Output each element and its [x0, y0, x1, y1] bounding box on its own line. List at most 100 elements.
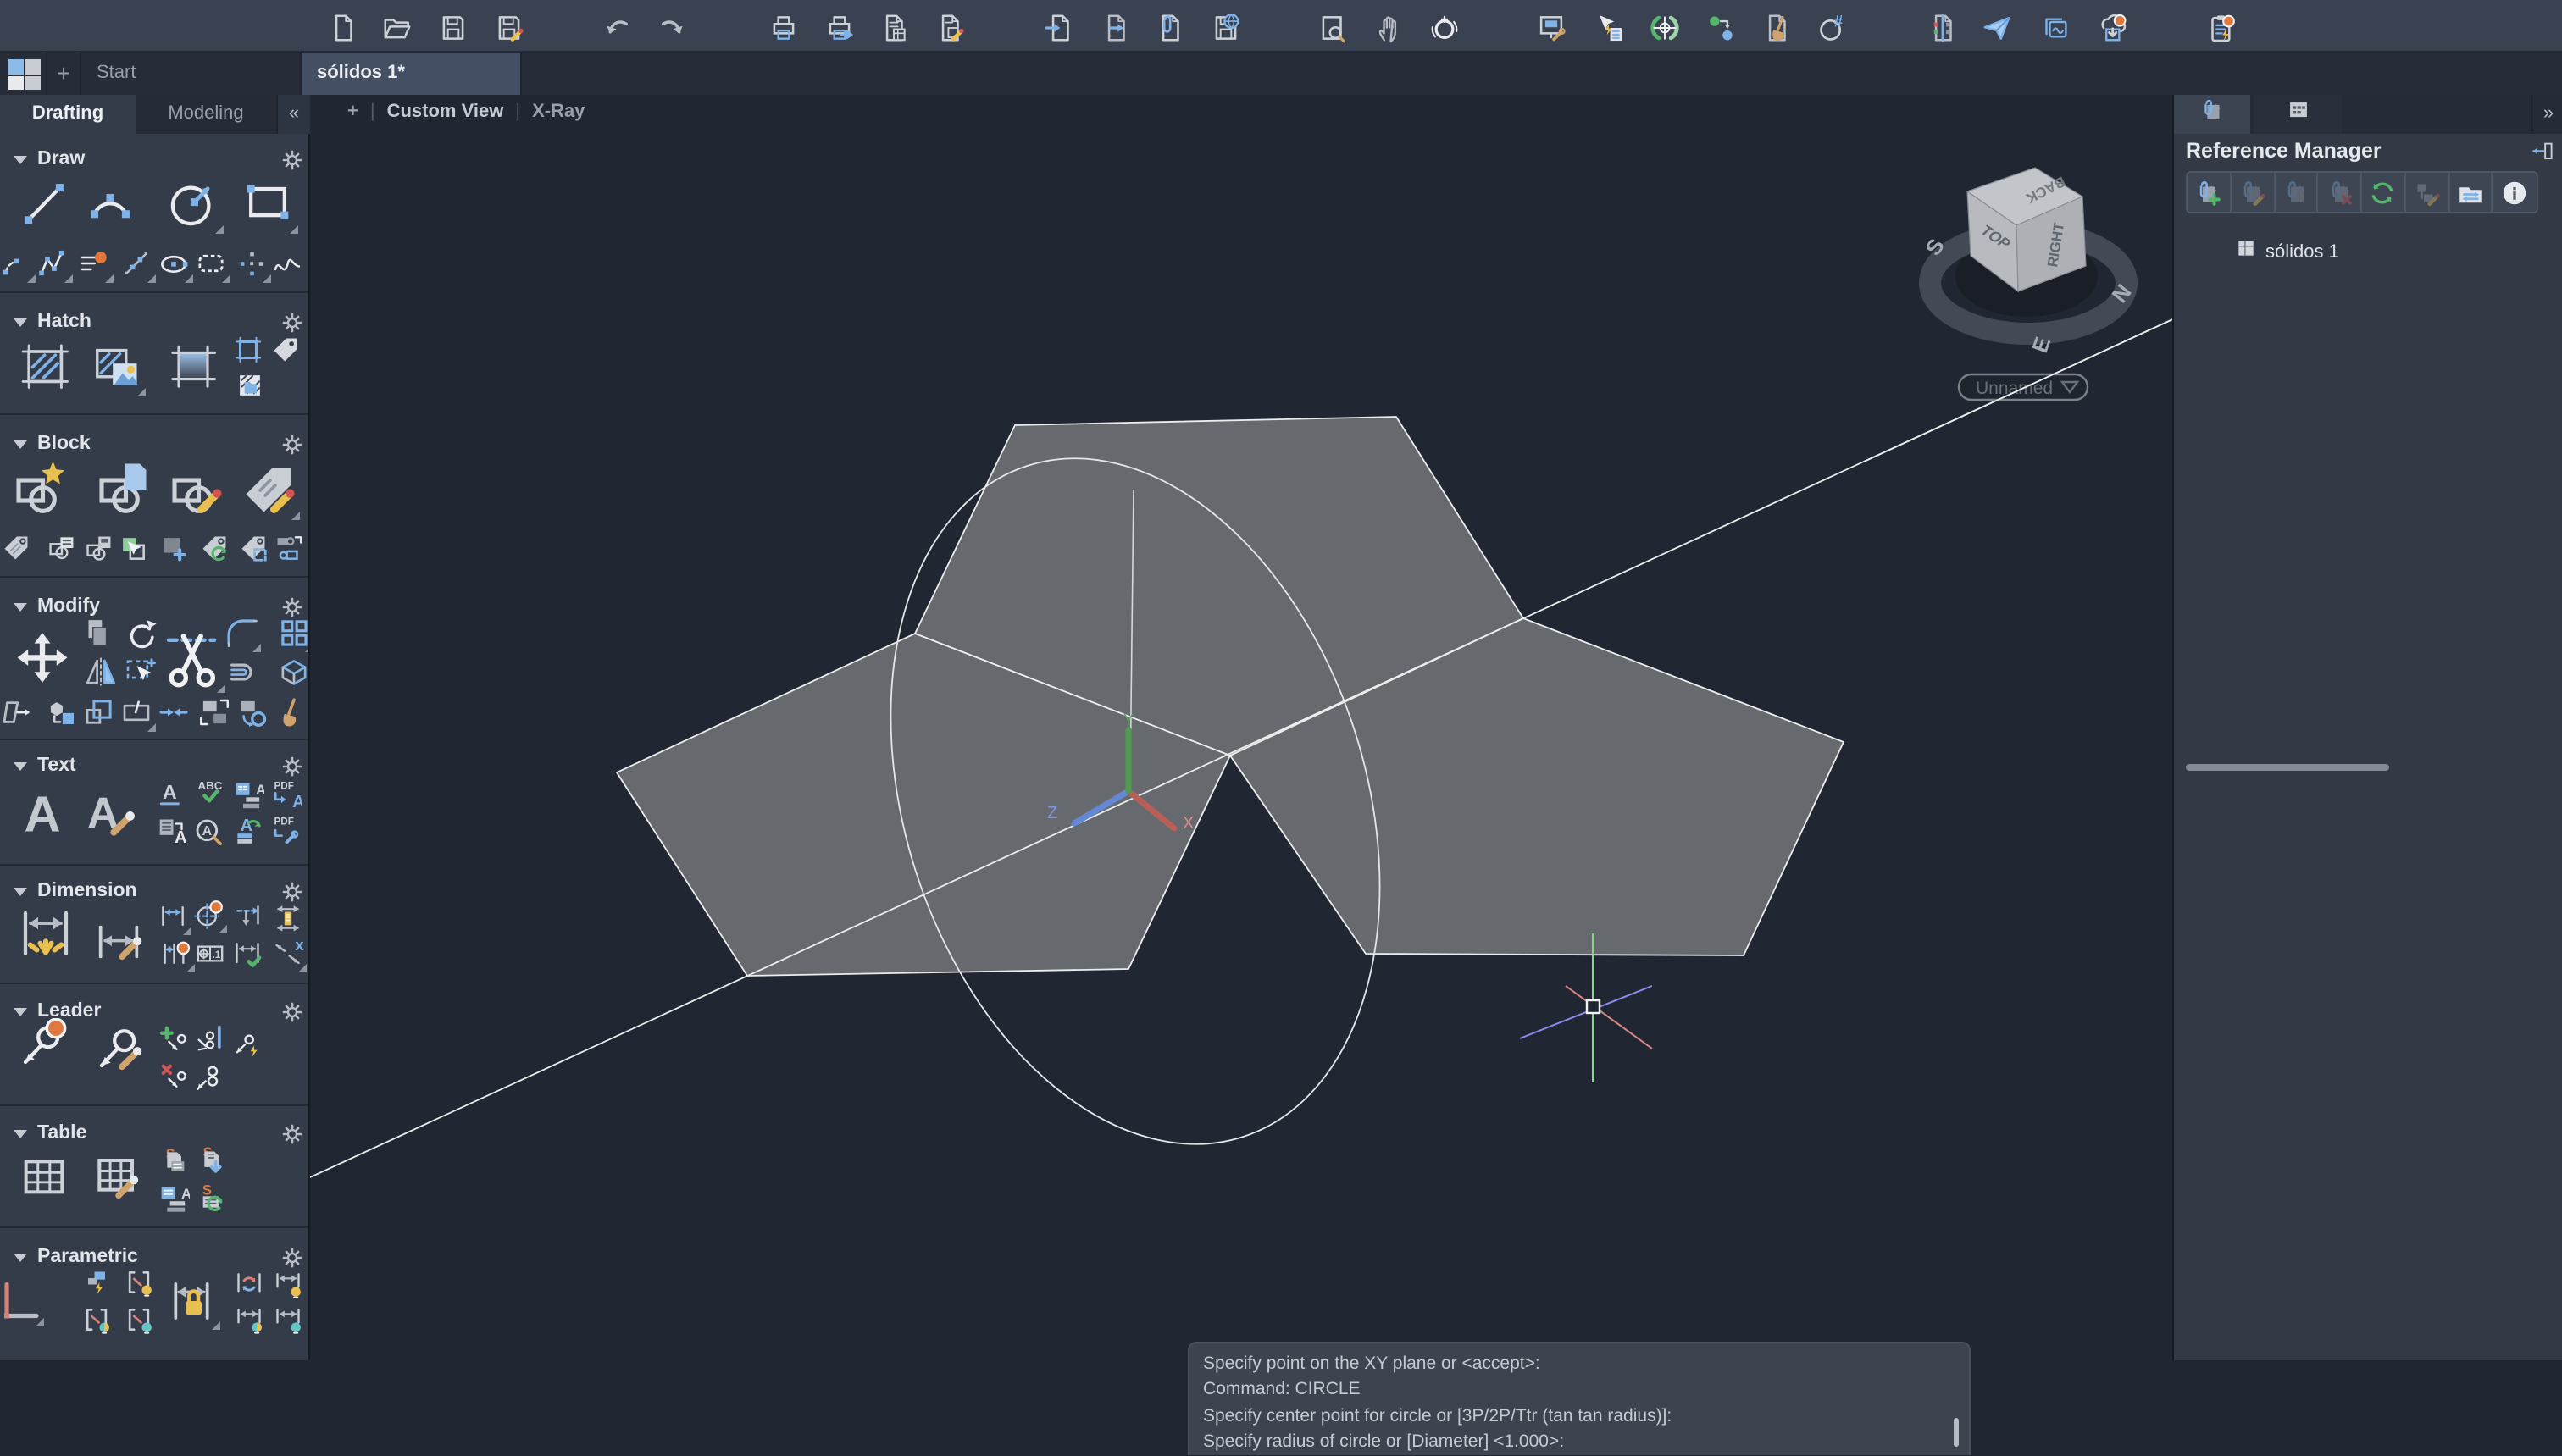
frame-attributes-tool-button[interactable] [236, 531, 269, 563]
leader-remove-tool-button[interactable] [158, 1060, 191, 1094]
attribute-display-tool-button[interactable] [45, 531, 77, 563]
flyout-indicator[interactable] [304, 643, 310, 651]
flyout-indicator[interactable] [64, 274, 72, 282]
hatch-tool-button[interactable] [17, 337, 75, 395]
edit-attribute-tool-button[interactable] [237, 457, 298, 518]
section-header-text[interactable]: Text [0, 756, 310, 779]
attach-file-button[interactable] [1152, 10, 1186, 44]
multileader-tool-button[interactable] [15, 1018, 69, 1072]
perpendicular-constraint-tool-button[interactable] [0, 1277, 42, 1325]
multileader-brush-tool-button[interactable] [92, 1021, 146, 1076]
convert-tool-button[interactable] [235, 694, 270, 729]
find-text-tool-button[interactable]: A [191, 815, 225, 849]
hide-constraints-tool-button[interactable] [122, 1303, 156, 1337]
dim-tolerance-tool-button[interactable]: .1 [193, 937, 227, 971]
text-list-tool-button[interactable]: A [230, 778, 264, 811]
copy-object-tool-button[interactable] [116, 531, 148, 563]
table-cell-style-tool-button[interactable]: A [156, 1181, 190, 1215]
flyout-indicator[interactable] [290, 225, 298, 234]
show-constraints-tool-button[interactable] [122, 1265, 156, 1299]
command-line-panel[interactable]: Specify point on the XY plane or <accept… [1188, 1342, 1971, 1455]
share-button[interactable] [1979, 10, 2013, 44]
section-header-table[interactable]: Table [0, 1123, 310, 1147]
swap-tool-button[interactable] [196, 694, 231, 729]
table-brush-tool-button[interactable] [88, 1150, 142, 1204]
drawing-compare-button[interactable] [1925, 10, 1959, 44]
measure-tool-button[interactable] [118, 245, 153, 280]
drawing-viewport[interactable]: + | Custom View | X-Ray Y Z X [310, 95, 2172, 1359]
copy-tool-button[interactable] [79, 614, 114, 650]
cloud-storage-button[interactable] [2093, 10, 2127, 44]
section-header-hatch[interactable]: Hatch [0, 312, 310, 335]
flyout-indicator[interactable] [26, 274, 35, 282]
undo-button[interactable] [600, 10, 634, 44]
dimension-tool-button[interactable] [15, 903, 76, 964]
single-text-tool-button[interactable]: A [154, 778, 188, 811]
table-import-tool-button[interactable]: S [193, 1145, 227, 1179]
text-brush-tool-button[interactable]: A [81, 784, 139, 842]
command-prompt-line[interactable]: Specify radius of circle or [Diameter] <… [1203, 1430, 1955, 1456]
pdf-import-tool-button[interactable]: PDFA [268, 778, 302, 811]
dynamic-dim-show-tool-button[interactable] [232, 1303, 266, 1337]
wipeout-tool-button[interactable] [233, 368, 265, 401]
pan-button[interactable] [1372, 10, 1406, 44]
replace-block-tool-button[interactable] [272, 531, 304, 563]
arc-tool-button[interactable] [81, 174, 139, 232]
tab-drafting[interactable]: Drafting [0, 95, 136, 134]
zoom-window-button[interactable] [1315, 10, 1349, 44]
leader-add-tool-button[interactable] [158, 1023, 191, 1057]
dim-inspect-tool-button[interactable] [230, 900, 264, 933]
table-tool-button[interactable] [17, 1150, 71, 1204]
flyout-indicator[interactable] [183, 927, 191, 935]
viewcube[interactable]: S E N TOP RIGHT BACK [1920, 168, 2136, 356]
reference-info-button[interactable] [2493, 173, 2537, 212]
units-button[interactable]: # [1815, 10, 1849, 44]
select-similar-tool-button[interactable] [121, 653, 157, 689]
reference-tree-item[interactable]: sólidos 1 [2235, 237, 2339, 268]
export-file-button[interactable] [1098, 10, 1132, 44]
expand-panels-button[interactable]: » [2532, 95, 2562, 134]
print-export-button[interactable] [822, 10, 856, 44]
start-grid-icon[interactable] [0, 53, 47, 95]
gradient-tool-button[interactable] [164, 337, 222, 395]
flyout-indicator[interactable] [221, 274, 230, 282]
dim-update-tool-button[interactable] [230, 937, 264, 971]
rotate-tool-button[interactable] [121, 614, 157, 650]
flyout-indicator[interactable] [137, 388, 146, 396]
save-web-button[interactable] [1208, 10, 1242, 44]
page-setup-edit-button[interactable] [932, 10, 966, 44]
point-style-button[interactable] [1703, 10, 1737, 44]
text-update-tool-button[interactable]: A [230, 813, 264, 847]
table-export-tool-button[interactable]: S [156, 1145, 190, 1179]
dim-ordinate-tool-button[interactable] [271, 901, 305, 935]
multiline-tool-button[interactable] [75, 245, 111, 280]
hatch-image-tool-button[interactable] [86, 337, 144, 395]
sync-attributes-tool-button[interactable] [197, 531, 230, 563]
geolocation-button[interactable] [1647, 10, 1681, 44]
add-selected-tool-button[interactable] [157, 531, 189, 563]
flyout-indicator[interactable] [36, 1318, 44, 1326]
tab-layer-manager[interactable] [2254, 95, 2342, 134]
boundary-tool-button[interactable] [231, 333, 263, 365]
fillet-tool-button[interactable] [223, 614, 258, 650]
gear-icon[interactable] [281, 1123, 303, 1154]
command-scrollbar[interactable] [1953, 1418, 1959, 1447]
replace-reference-button[interactable] [2275, 173, 2319, 212]
break-tool-button[interactable] [118, 694, 153, 729]
flyout-indicator[interactable] [219, 925, 227, 933]
dim-linear-tool-button[interactable] [156, 900, 190, 933]
save-block-tool-button[interactable] [82, 531, 114, 563]
text-columns-tool-button[interactable]: A [154, 813, 188, 847]
revision-cloud-tool-button[interactable] [192, 245, 228, 280]
save-as-button[interactable] [491, 10, 525, 44]
dim-center-tool-button[interactable] [191, 898, 225, 932]
gear-icon[interactable] [281, 1001, 303, 1032]
new-tab-button[interactable]: + [47, 53, 81, 95]
scale-3d-tool-button[interactable] [43, 694, 79, 729]
view-selector-dropdown[interactable]: Unnamed [1959, 374, 2088, 400]
table-update-tool-button[interactable]: S [193, 1181, 227, 1215]
dim-baseline-tool-button[interactable] [159, 937, 193, 971]
spell-check-tool-button[interactable]: ABC [193, 776, 227, 810]
attach-reference-button[interactable] [2188, 173, 2232, 212]
points-tool-button[interactable] [233, 245, 269, 280]
